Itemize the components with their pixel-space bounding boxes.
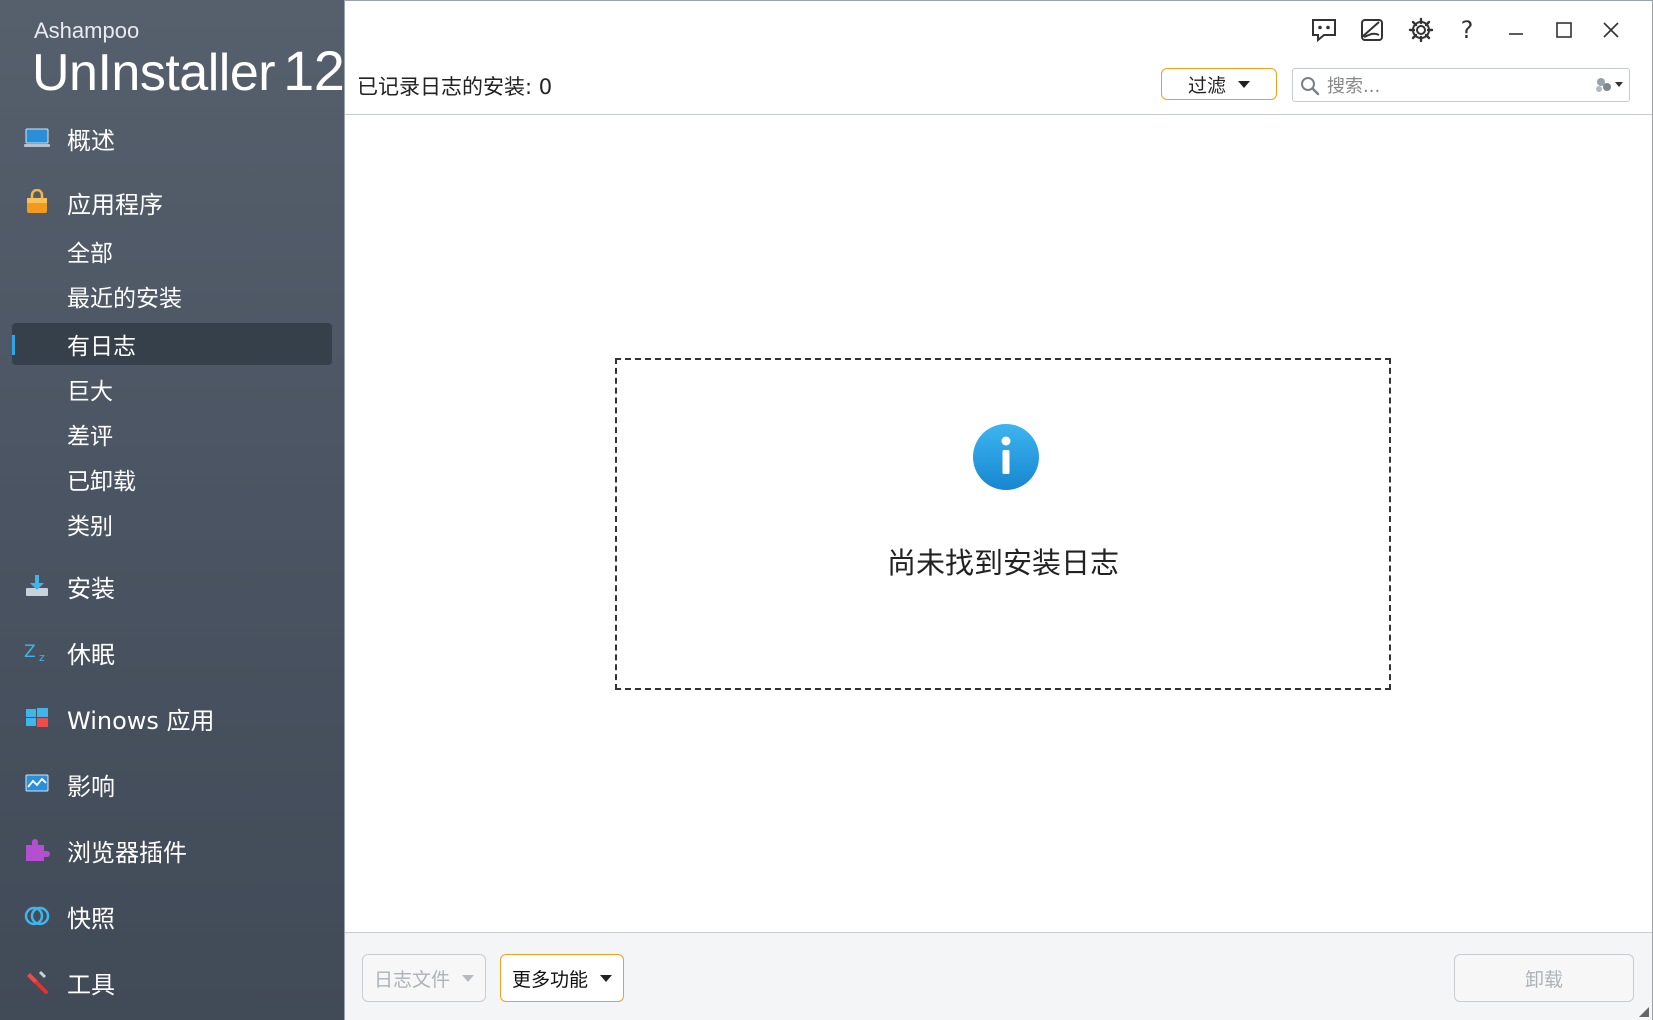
close-button[interactable]: [1596, 15, 1626, 45]
chevron-down-icon: [462, 974, 474, 982]
search-options-icon: [1596, 78, 1623, 92]
nav-overview[interactable]: 概述: [0, 113, 344, 163]
filter-label: 过滤: [1187, 74, 1226, 97]
header-divider: [345, 114, 1652, 115]
nav-install[interactable]: 安装: [0, 561, 344, 611]
empty-state-box: 尚未找到安装日志: [615, 358, 1391, 690]
puzzle-icon: [26, 839, 50, 861]
windows-icon: [26, 708, 48, 727]
close-icon: [1603, 22, 1619, 38]
empty-state-message: 尚未找到安装日志: [886, 546, 1119, 580]
sub-uninstalled-label: 已卸载: [67, 469, 136, 495]
gear-icon: [1408, 17, 1434, 43]
chevron-down-icon: [1238, 80, 1250, 88]
nav-hibernate-label: 休眠: [67, 640, 115, 669]
nav-browser-plugins[interactable]: 浏览器插件: [0, 825, 344, 875]
sub-large[interactable]: 巨大: [12, 368, 332, 410]
uninstall-label: 卸载: [1524, 968, 1563, 991]
search-icon: [1301, 77, 1320, 96]
nav-impact-label: 影响: [67, 772, 115, 801]
maximize-icon: [1556, 22, 1572, 38]
monitor-icon: [24, 128, 50, 147]
sub-logged-label: 有日志: [67, 334, 136, 360]
nav-applications-label: 应用程序: [67, 190, 163, 219]
nav-impact[interactable]: 影响: [0, 759, 344, 809]
logfile-label: 日志文件: [373, 968, 450, 991]
brand-version: 12: [283, 39, 345, 102]
nav-snapshots-label: 快照: [67, 904, 115, 933]
sub-categories[interactable]: 类别: [12, 503, 332, 545]
sub-categories-label: 类别: [67, 514, 113, 540]
install-icon: [26, 575, 48, 596]
snapshot-icon: [24, 906, 50, 926]
search-input[interactable]: [1325, 72, 1589, 100]
sub-large-label: 巨大: [67, 379, 113, 405]
sub-logged[interactable]: 有日志: [12, 323, 332, 365]
sub-uninstalled[interactable]: 已卸载: [12, 458, 332, 500]
nav-tools[interactable]: 工具: [0, 957, 344, 1007]
sleep-icon: Z z: [24, 642, 45, 664]
svg-text:z: z: [39, 651, 45, 664]
nav-tools-label: 工具: [67, 970, 115, 999]
brand-title: UnInstaller 12: [32, 38, 345, 103]
sub-recent-label: 最近的安装: [67, 286, 182, 312]
main-panel: ? 已记录日志的安装: 0 过滤 搜索... 尚未找到安装日志 日志文件 更多功…: [344, 0, 1653, 1020]
help-button[interactable]: ?: [1452, 15, 1482, 45]
info-icon: [973, 424, 1039, 490]
resize-grip-icon[interactable]: [1639, 1007, 1649, 1017]
search-box[interactable]: [1292, 68, 1630, 102]
logfile-dropdown-button[interactable]: 日志文件: [362, 954, 486, 1002]
brand-product: UnInstaller: [32, 44, 276, 102]
more-functions-button[interactable]: 更多功能: [500, 954, 624, 1002]
sub-all[interactable]: 全部: [12, 230, 332, 272]
app-bag-icon: [27, 189, 47, 213]
nav-snapshots[interactable]: 快照: [0, 891, 344, 941]
chevron-down-icon: [600, 974, 612, 982]
maximize-button[interactable]: [1549, 15, 1579, 45]
feedback-icon: [1312, 19, 1336, 43]
uninstall-button[interactable]: 卸载: [1454, 954, 1634, 1002]
nav-applications[interactable]: 应用程序: [0, 177, 344, 227]
svg-text:Z: Z: [24, 642, 36, 662]
nav-hibernate[interactable]: Z z 休眠: [0, 627, 344, 677]
sidebar: Ashampoo UnInstaller 12 概述 应用程序 全部 最近的安装 …: [0, 0, 345, 1020]
sub-bad-rating-label: 差评: [67, 424, 113, 450]
tools-icon: [27, 970, 48, 994]
nav-browser-plugins-label: 浏览器插件: [67, 838, 187, 867]
sub-bad-rating[interactable]: 差评: [12, 413, 332, 455]
sub-recent[interactable]: 最近的安装: [12, 275, 332, 317]
nav-install-label: 安装: [67, 574, 115, 603]
nav-windows-apps[interactable]: Winows 应用: [0, 693, 344, 743]
skin-button[interactable]: [1357, 15, 1387, 45]
skin-icon: [1361, 19, 1383, 41]
filter-dropdown[interactable]: 过滤: [1161, 68, 1277, 100]
footer-bar: 日志文件 更多功能 卸载: [345, 932, 1652, 1020]
chart-monitor-icon: [25, 774, 49, 792]
logged-installs-count: 已记录日志的安装: 0: [357, 75, 553, 99]
nav-windows-apps-label: Winows 应用: [67, 706, 215, 735]
help-icon: ?: [1460, 16, 1474, 44]
search-options-button[interactable]: [1593, 74, 1625, 96]
minimize-icon: [1509, 33, 1523, 35]
sub-all-label: 全部: [67, 241, 113, 267]
feedback-button[interactable]: [1309, 15, 1339, 45]
more-functions-label: 更多功能: [511, 968, 588, 991]
minimize-button[interactable]: [1501, 15, 1531, 45]
nav-overview-label: 概述: [67, 126, 115, 155]
settings-button[interactable]: [1406, 15, 1436, 45]
